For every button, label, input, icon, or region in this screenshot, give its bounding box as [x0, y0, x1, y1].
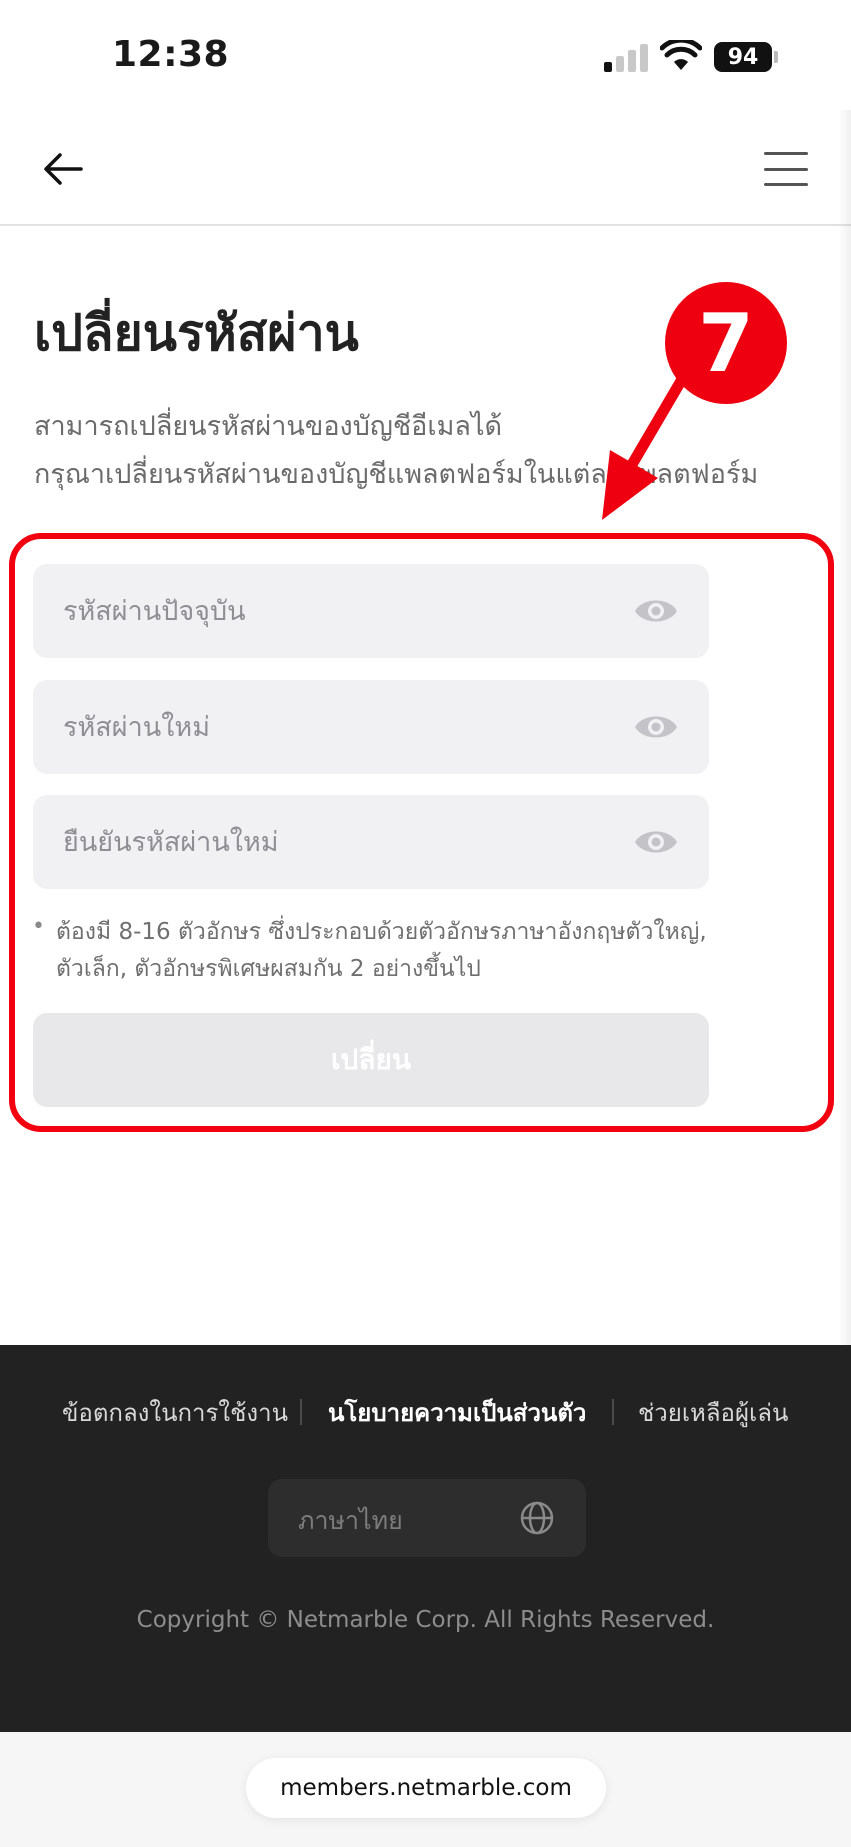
hamburger-menu-button[interactable] — [760, 144, 812, 194]
footer: ข้อตกลงในการใช้งาน นโยบายความเป็นส่วนตัว… — [0, 1345, 851, 1732]
footer-link-divider — [612, 1399, 614, 1425]
status-time: 12:38 — [112, 34, 230, 75]
language-label: ภาษาไทย — [298, 1506, 403, 1535]
language-selector[interactable]: ภาษาไทย — [268, 1479, 586, 1557]
annotation-highlight-box — [9, 533, 834, 1132]
back-button[interactable] — [36, 142, 90, 196]
arrow-left-icon — [44, 153, 83, 185]
status-bar: 12:38 94 — [0, 0, 851, 110]
hamburger-menu-icon-bar — [764, 152, 808, 155]
page: 12:38 94 เปลี่ยนรหัสผ่าน สามารถเปลี่ยนรห… — [0, 0, 851, 1847]
footer-link-player-support[interactable]: ช่วยเหลือผู้เล่น — [638, 1393, 788, 1432]
footer-link-divider — [300, 1399, 302, 1425]
footer-link-privacy-policy[interactable]: นโยบายความเป็นส่วนตัว — [328, 1393, 586, 1432]
top-nav — [0, 110, 851, 226]
hamburger-menu-icon-bar — [764, 183, 808, 186]
wifi-icon — [660, 40, 702, 70]
battery-indicator: 94 — [714, 42, 772, 72]
cellular-signal-icon — [604, 44, 648, 72]
annotation-step-badge: 7 — [665, 282, 787, 404]
copyright-text: Copyright © Netmarble Corp. All Rights R… — [136, 1607, 715, 1633]
footer-link-terms[interactable]: ข้อตกลงในการใช้งาน — [62, 1393, 288, 1432]
battery-tip — [774, 51, 778, 63]
page-title: เปลี่ยนรหัสผ่าน — [34, 304, 359, 362]
scroll-edge-shadow — [838, 110, 851, 1345]
description-line-1: สามารถเปลี่ยนรหัสผ่านของบัญชีอีเมลได้ — [34, 411, 503, 442]
footer-links: ข้อตกลงในการใช้งาน นโยบายความเป็นส่วนตัว… — [0, 1393, 851, 1433]
browser-url-bar[interactable]: members.netmarble.com — [246, 1758, 606, 1818]
globe-icon — [520, 1501, 554, 1535]
hamburger-menu-icon-bar — [764, 167, 808, 171]
